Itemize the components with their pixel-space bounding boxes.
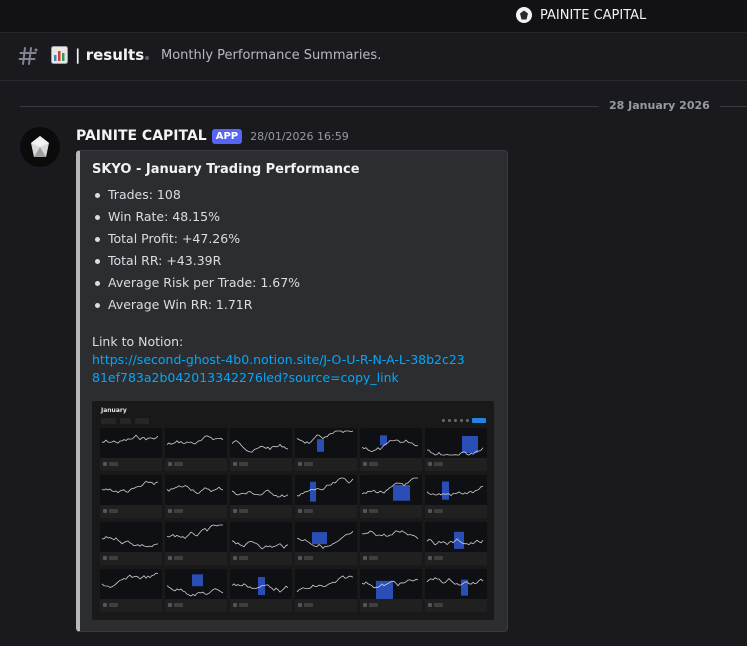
- chart-thumbnail: [100, 475, 162, 518]
- notion-label: Link to Notion:: [92, 334, 184, 349]
- server-title[interactable]: PAINITE CAPITAL: [516, 7, 646, 23]
- message-embed: SKYO - January Trading Performance Trade…: [76, 150, 508, 632]
- embed-title: SKYO - January Trading Performance: [92, 162, 360, 177]
- hash-icon: [18, 47, 39, 65]
- list-item: Average Risk per Trade: 1.67%: [92, 272, 300, 294]
- list-item: Total RR: +43.39R: [92, 250, 300, 272]
- channel-topic[interactable]: Monthly Performance Summaries.: [161, 48, 381, 63]
- list-item: Trades: 108: [92, 184, 300, 206]
- chart-thumbnail: [165, 569, 227, 612]
- chart-thumbnail: [425, 428, 487, 471]
- date-divider: 28 January 2026: [20, 97, 747, 115]
- chart-thumbnail: [165, 428, 227, 471]
- chart-thumbnail: [360, 522, 422, 565]
- list-item: Average Win RR: 1.71R: [92, 294, 300, 316]
- chart-thumbnail: [295, 569, 357, 612]
- chart-thumbnail: [425, 569, 487, 612]
- header-separator: [145, 56, 149, 60]
- journal-screenshot[interactable]: January: [92, 401, 494, 620]
- title-bar: PAINITE CAPITAL: [0, 0, 747, 33]
- app-badge: APP: [211, 128, 243, 144]
- chart-thumbnail: [165, 522, 227, 565]
- stats-list: Trades: 108 Win Rate: 48.15% Total Profi…: [92, 184, 300, 316]
- avatar[interactable]: [20, 127, 60, 167]
- list-item: Total Profit: +47.26%: [92, 228, 300, 250]
- chart-thumbnail: [100, 428, 162, 471]
- chart-thumbnail: [100, 569, 162, 612]
- chart-thumbnail: [230, 569, 292, 612]
- message-author[interactable]: PAINITE CAPITAL: [76, 128, 207, 144]
- message-header: PAINITE CAPITAL APP 28/01/2026 16:59: [76, 128, 349, 144]
- chart-thumbnail: [295, 522, 357, 565]
- channel-header: | results Monthly Performance Summaries.: [0, 33, 747, 81]
- list-item: Win Rate: 48.15%: [92, 206, 300, 228]
- chart-thumbnail: [295, 475, 357, 518]
- screenshot-title: January: [101, 407, 127, 414]
- chart-thumbnail: [100, 522, 162, 565]
- chart-thumbnail: [360, 428, 422, 471]
- message-timestamp[interactable]: 28/01/2026 16:59: [250, 130, 349, 143]
- chart-thumbnail: [230, 428, 292, 471]
- screenshot-tabs: [101, 418, 150, 424]
- chart-thumbnail: [230, 522, 292, 565]
- bar-chart-icon: [51, 46, 68, 64]
- chart-thumbnail: [165, 475, 227, 518]
- notion-link[interactable]: https://second-ghost-4b0.notion.site/J-O…: [92, 351, 472, 387]
- divider-date: 28 January 2026: [599, 97, 720, 115]
- screenshot-toolbar: [442, 418, 486, 423]
- channel-name[interactable]: | results: [75, 46, 144, 64]
- chart-thumbnail: [295, 428, 357, 471]
- server-name: PAINITE CAPITAL: [540, 7, 647, 23]
- painite-gem-icon: [31, 136, 49, 157]
- chart-thumbnail: [425, 522, 487, 565]
- chart-thumbnail: [360, 569, 422, 612]
- chart-thumbnail: [230, 475, 292, 518]
- chart-thumbnail: [360, 475, 422, 518]
- chart-thumbnail: [425, 475, 487, 518]
- painite-gem-icon: [516, 7, 532, 23]
